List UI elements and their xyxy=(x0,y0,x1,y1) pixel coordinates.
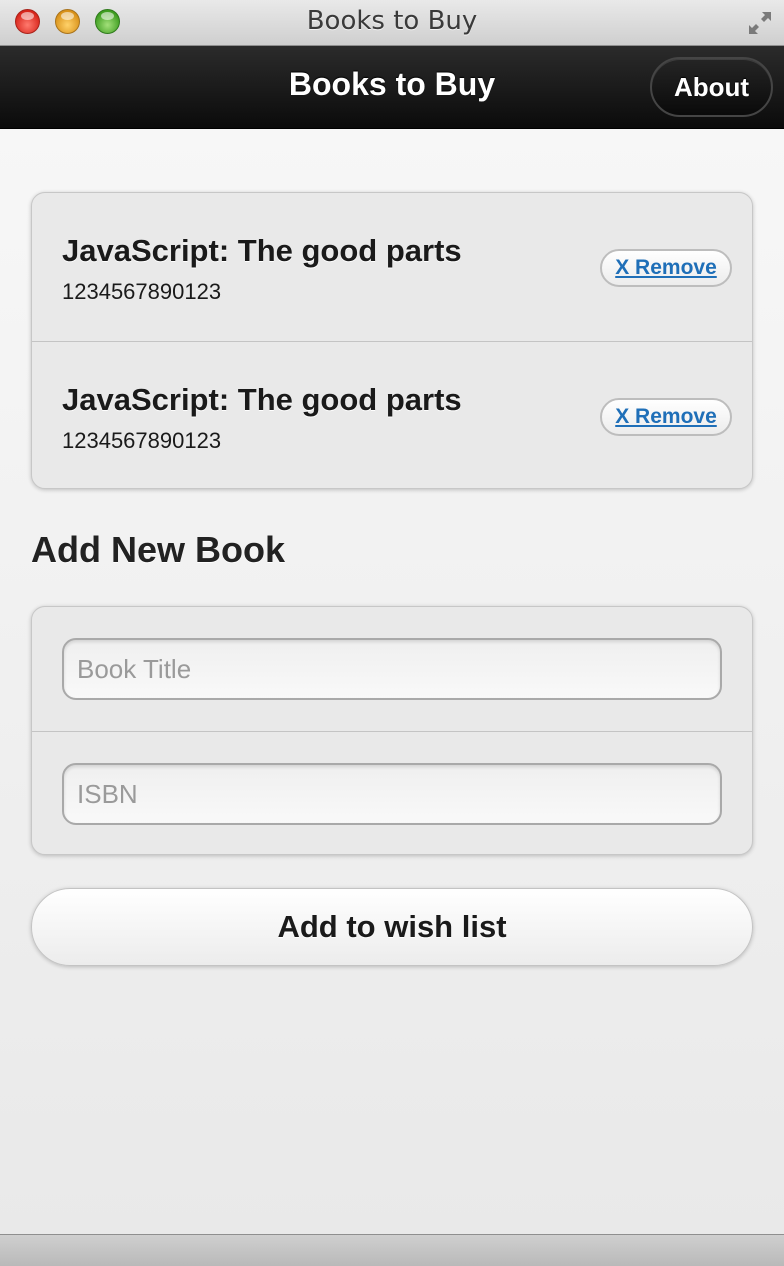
add-book-heading: Add New Book xyxy=(31,529,286,570)
add-book-form xyxy=(31,606,753,855)
about-button[interactable]: About xyxy=(650,57,773,117)
book-title-input[interactable] xyxy=(62,638,722,700)
book-list-item: JavaScript: The good parts 1234567890123… xyxy=(32,193,752,341)
book-title: JavaScript: The good parts xyxy=(62,233,462,268)
book-isbn: 1234567890123 xyxy=(62,279,222,304)
remove-book-button[interactable]: X Remove xyxy=(600,249,732,287)
book-list: JavaScript: The good parts 1234567890123… xyxy=(31,192,753,489)
window-title: Books to Buy xyxy=(306,6,478,36)
form-row-title xyxy=(32,607,752,731)
add-to-wish-list-button[interactable]: Add to wish list xyxy=(31,888,753,966)
isbn-input[interactable] xyxy=(62,763,722,825)
fullscreen-arrows-icon[interactable] xyxy=(746,9,774,37)
book-title: JavaScript: The good parts xyxy=(62,382,462,417)
window-footer xyxy=(0,1234,784,1266)
window-titlebar: Books to Buy xyxy=(0,0,784,46)
book-isbn: 1234567890123 xyxy=(62,428,222,453)
remove-book-button[interactable]: X Remove xyxy=(600,398,732,436)
form-row-isbn xyxy=(32,731,752,854)
main-content: JavaScript: The good parts 1234567890123… xyxy=(0,129,784,1234)
book-list-item: JavaScript: The good parts 1234567890123… xyxy=(32,341,752,488)
app-header: Books to Buy About xyxy=(0,46,784,129)
